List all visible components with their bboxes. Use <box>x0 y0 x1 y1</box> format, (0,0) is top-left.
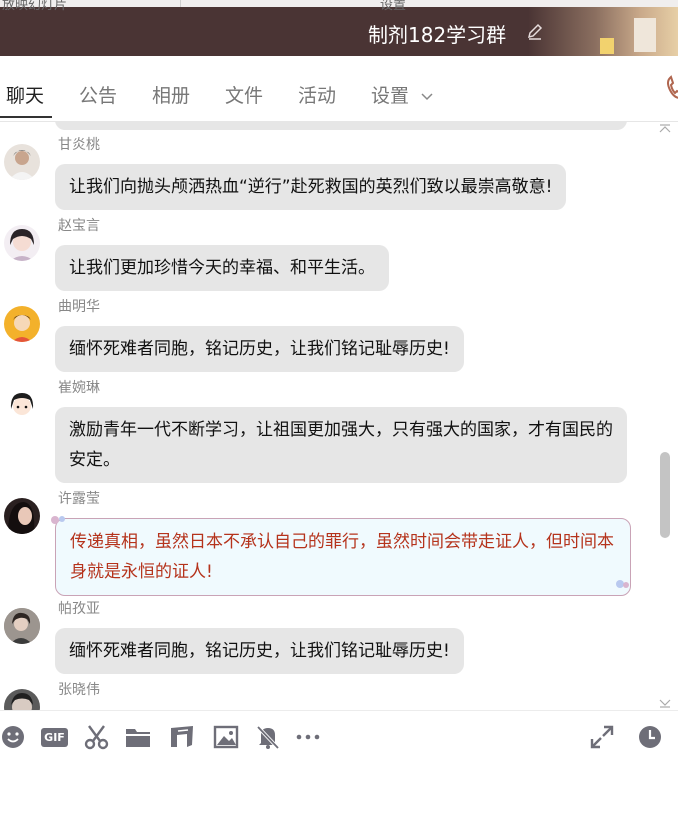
message-bubble[interactable]: 缅怀死难者同胞，铭记历史，让我们铭记耻辱历史! <box>55 628 464 674</box>
message-text: 缅怀死难者同胞，铭记历史，让我们铭记耻辱历史! <box>69 641 450 661</box>
message-bubble[interactable]: 缅怀死难者同胞，铭记历史，让我们铭记耻辱历史! <box>55 326 464 372</box>
avatar[interactable] <box>4 608 40 644</box>
tab-settings-label: 设置 <box>371 85 410 107</box>
emoji-icon[interactable] <box>0 723 28 751</box>
avatar[interactable] <box>4 225 40 261</box>
gif-label: GIF <box>41 728 68 747</box>
message-text: 激励青年一代不断学习，让祖国更加强大，只有强大的国家，才有国民的 <box>69 420 613 440</box>
active-tab-indicator <box>0 116 52 118</box>
clipped-text-right: 设置 <box>380 0 407 13</box>
avatar[interactable] <box>4 387 40 423</box>
phone-icon[interactable] <box>664 74 678 102</box>
scissors-icon[interactable] <box>83 723 111 751</box>
scroll-up-icon[interactable] <box>659 124 671 134</box>
message-text: 安定。 <box>69 450 120 470</box>
clock-icon[interactable] <box>636 723 664 751</box>
sender-name: 曲明华 <box>58 299 100 315</box>
avatar[interactable] <box>4 498 40 534</box>
sender-name: 崔婉琳 <box>58 380 100 396</box>
message-text: 让我们更加珍惜今天的幸福、和平生活。 <box>69 258 375 278</box>
message-bubble-special[interactable]: 传递真相，虽然日本不承认自己的罪行，虽然时间会带走证人，但时间本 身就是永恒的证… <box>55 518 631 596</box>
gif-icon[interactable]: GIF <box>41 723 69 751</box>
message-bubble[interactable]: 让我们更加珍惜今天的幸福、和平生活。 <box>55 245 389 291</box>
chevron-down-icon <box>421 92 433 100</box>
sender-name: 甘炎桃 <box>58 137 100 153</box>
sender-name: 帕孜亚 <box>58 601 100 617</box>
tab-settings[interactable]: 设置 <box>371 81 433 108</box>
message-bubble[interactable]: 激励青年一代不断学习，让祖国更加强大，只有强大的国家，才有国民的 安定。 <box>55 407 627 483</box>
header-decoration-block <box>634 18 656 52</box>
tab-bar: 聊天 公告 相册 文件 活动 设置 <box>0 56 678 122</box>
header-decoration-block <box>600 38 614 54</box>
avatar[interactable] <box>4 306 40 342</box>
music-icon[interactable] <box>168 723 196 751</box>
previous-message-bubble <box>55 122 627 130</box>
sender-name: 张晓伟 <box>58 682 100 698</box>
message-bubble[interactable]: 让我们向抛头颅洒热血“逆行”赴死救国的英烈们致以最崇高敬意! <box>55 164 567 210</box>
sender-name: 赵宝言 <box>58 218 100 234</box>
input-toolbar: GIF <box>0 710 678 762</box>
bubble-corner-decoration-icon <box>51 516 65 524</box>
message-input-area[interactable] <box>0 762 678 823</box>
message-text: 传递真相，虽然日本不承认自己的罪行，虽然时间会带走证人，但时间本 <box>70 532 614 552</box>
folder-icon[interactable] <box>124 723 152 751</box>
scrollbar-thumb[interactable] <box>660 452 670 538</box>
edit-icon[interactable] <box>526 23 544 41</box>
tab-album[interactable]: 相册 <box>152 81 190 108</box>
chat-message-list[interactable]: 甘炎桃 让我们向抛头颅洒热血“逆行”赴死救国的英烈们致以最崇高敬意! 赵宝言 让… <box>0 122 678 710</box>
tab-activity[interactable]: 活动 <box>298 81 336 108</box>
sender-name: 许露莹 <box>58 491 100 507</box>
message-text: 缅怀死难者同胞，铭记历史，让我们铭记耻辱历史! <box>69 339 450 359</box>
expand-icon[interactable] <box>588 723 616 751</box>
clipped-text-left: 放映幻灯片 <box>2 0 68 13</box>
clipped-window-strip <box>0 0 678 7</box>
scroll-down-icon[interactable] <box>659 698 671 708</box>
avatar[interactable] <box>4 689 40 710</box>
tab-chat[interactable]: 聊天 <box>6 81 44 108</box>
divider <box>180 0 181 7</box>
message-text: 让我们向抛头颅洒热血“逆行”赴死救国的英烈们致以最崇高敬意! <box>69 177 553 197</box>
more-icon[interactable] <box>295 723 323 751</box>
avatar[interactable] <box>4 144 40 180</box>
bubble-corner-decoration-icon <box>616 580 629 588</box>
tab-files[interactable]: 文件 <box>225 81 263 108</box>
message-text: 身就是永恒的证人! <box>70 562 213 582</box>
title-bar: 放映幻灯片 设置 制剂182学习群 <box>0 0 678 56</box>
bell-off-icon[interactable] <box>254 723 282 751</box>
tab-announcement[interactable]: 公告 <box>79 81 117 108</box>
group-title[interactable]: 制剂182学习群 <box>368 19 506 48</box>
image-icon[interactable] <box>212 723 240 751</box>
